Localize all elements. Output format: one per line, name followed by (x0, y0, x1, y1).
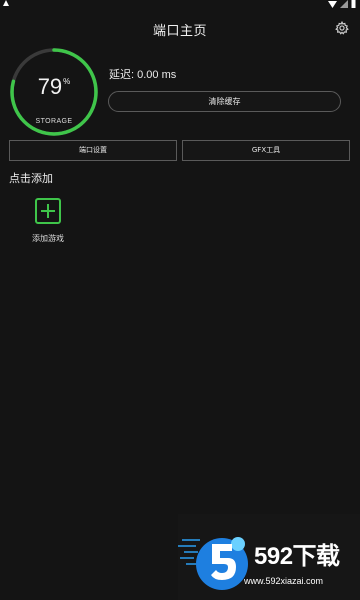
watermark-logo (178, 537, 248, 590)
plus-icon (35, 198, 61, 224)
status-bar (0, 0, 360, 8)
storage-gauge: 79% STORAGE (8, 46, 100, 138)
notification-icon (3, 0, 9, 6)
storage-percent-unit: % (63, 77, 71, 86)
title-bar: 端口主页 (0, 14, 360, 42)
add-game-button[interactable]: 添加游戏 (24, 196, 74, 246)
watermark-url: www.592xiazai.com (244, 576, 324, 586)
watermark-brand: 592下载 (254, 543, 340, 570)
storage-percent-number: 79 (37, 74, 63, 99)
gear-icon[interactable] (335, 21, 349, 35)
add-game-label: 添加游戏 (32, 234, 64, 243)
port-settings-button[interactable]: 端口设置 (9, 140, 177, 161)
battery-icon (351, 0, 356, 8)
gfx-tool-button[interactable]: GFX工具 (182, 140, 350, 161)
section-title: 点击添加 (9, 172, 53, 185)
latency-readout: 延迟: 0.00 ms (109, 69, 177, 81)
wifi-icon (328, 0, 337, 8)
watermark: 592下载 www.592xiazai.com (178, 514, 360, 600)
clear-cache-button[interactable]: 清除缓存 (108, 91, 341, 112)
storage-value: 79% (8, 74, 100, 100)
storage-label: STORAGE (35, 118, 73, 125)
signal-icon (340, 0, 348, 8)
page-title: 端口主页 (152, 24, 207, 39)
